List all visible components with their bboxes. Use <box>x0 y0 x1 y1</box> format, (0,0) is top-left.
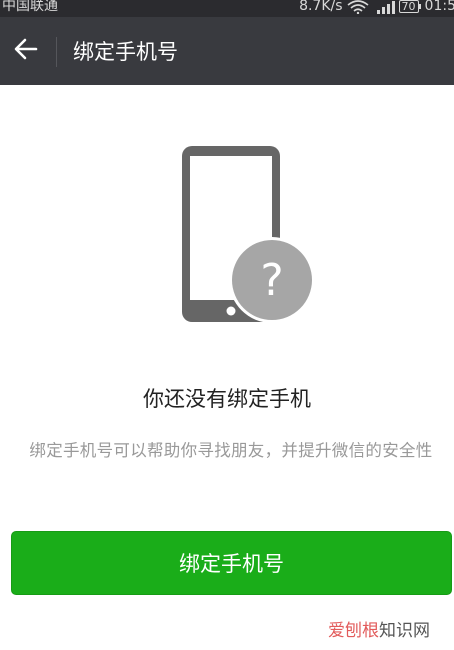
carrier-name: 中国联通 <box>2 0 58 14</box>
back-button[interactable] <box>8 31 44 71</box>
status-bar: 中国联通 8.7K/s 70 01:5 <box>0 0 454 17</box>
signal-icon <box>376 0 395 14</box>
clock-time: 01:5 <box>424 0 454 14</box>
question-mark-icon: ? <box>229 237 315 323</box>
bind-phone-button[interactable]: 绑定手机号 <box>11 531 452 595</box>
battery-icon: 70 <box>398 0 421 13</box>
title-bar: 绑定手机号 <box>0 17 454 85</box>
wifi-icon <box>347 0 369 14</box>
network-speed: 8.7K/s <box>299 0 343 14</box>
watermark-part-a: 爱刨根 <box>328 621 379 641</box>
watermark: 爱刨根知识网 <box>328 619 430 643</box>
no-phone-heading: 你还没有绑定手机 <box>143 387 311 411</box>
title-divider <box>56 37 57 67</box>
bind-phone-description: 绑定手机号可以帮助你寻找朋友，并提升微信的安全性 <box>29 441 433 460</box>
status-indicators: 8.7K/s 70 01:5 <box>299 0 454 15</box>
arrow-left-icon <box>14 38 38 64</box>
page-title: 绑定手机号 <box>73 40 178 64</box>
svg-text:?: ? <box>260 255 283 306</box>
watermark-part-b: 知识网 <box>379 621 430 641</box>
bind-phone-illustration: ? <box>180 142 316 327</box>
battery-level: 70 <box>398 0 419 13</box>
